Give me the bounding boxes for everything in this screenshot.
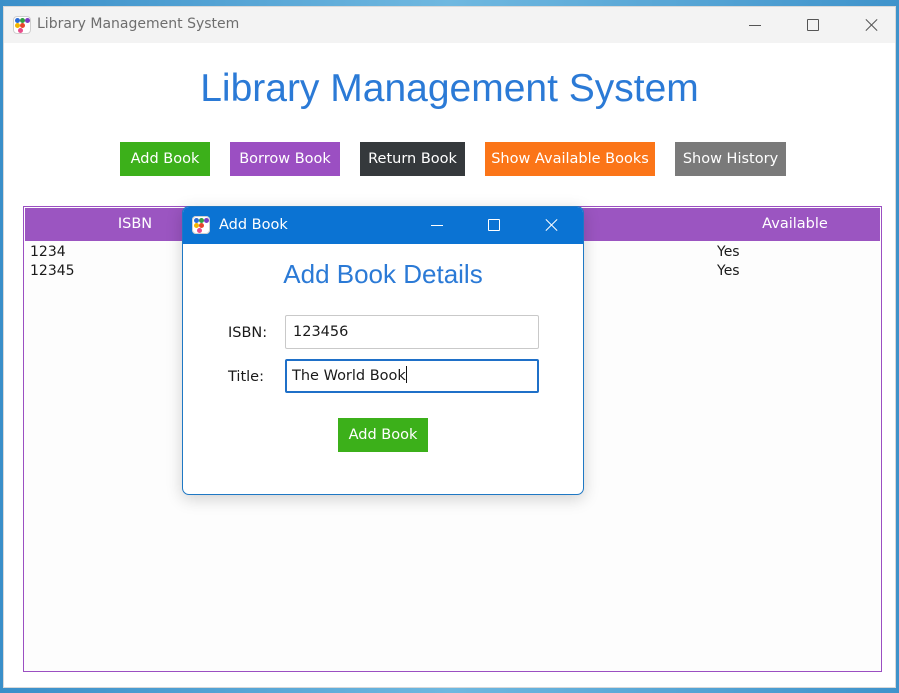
dialog-add-book-button[interactable]: Add Book <box>338 418 428 452</box>
window-title: Library Management System <box>37 16 240 32</box>
main-titlebar[interactable]: Library Management System <box>4 7 895 43</box>
show-available-books-button[interactable]: Show Available Books <box>485 142 655 176</box>
dialog-minimize-button[interactable] <box>409 207 465 243</box>
isbn-label: ISBN: <box>228 325 268 341</box>
add-book-button[interactable]: Add Book <box>120 142 210 176</box>
app-icon <box>13 16 31 34</box>
cell-available: Yes <box>717 263 740 279</box>
toolbar: Add Book Borrow Book Return Book Show Av… <box>4 142 895 176</box>
maximize-button[interactable] <box>785 7 841 43</box>
close-icon <box>545 218 559 232</box>
dialog-maximize-button[interactable] <box>466 207 522 243</box>
minimize-icon <box>749 24 761 26</box>
text-caret <box>405 366 407 383</box>
close-button[interactable] <box>844 7 899 43</box>
isbn-input[interactable]: 123456 <box>285 315 539 349</box>
title-input-value: The World Book <box>292 368 406 384</box>
cell-available: Yes <box>717 244 740 260</box>
cell-isbn: 1234 <box>30 244 66 260</box>
column-header-available[interactable]: Available <box>705 208 885 241</box>
maximize-icon <box>807 19 819 31</box>
add-book-dialog: Add Book Add Book Details ISBN: 123456 T… <box>182 206 584 495</box>
dialog-title: Add Book <box>219 217 288 233</box>
maximize-icon <box>488 219 500 231</box>
title-label: Title: <box>228 369 264 385</box>
minimize-button[interactable] <box>727 7 783 43</box>
return-book-button[interactable]: Return Book <box>360 142 465 176</box>
close-icon <box>865 18 879 32</box>
show-history-button[interactable]: Show History <box>675 142 786 176</box>
isbn-input-value: 123456 <box>293 324 349 340</box>
borrow-book-button[interactable]: Borrow Book <box>230 142 340 176</box>
dialog-heading: Add Book Details <box>283 259 483 289</box>
dialog-close-button[interactable] <box>524 207 580 243</box>
title-input[interactable]: The World Book <box>285 359 539 393</box>
dialog-titlebar[interactable]: Add Book <box>183 207 583 244</box>
app-icon <box>192 216 210 234</box>
page-title: Library Management System <box>200 67 699 110</box>
minimize-icon <box>431 224 443 226</box>
cell-isbn: 12345 <box>30 263 75 279</box>
